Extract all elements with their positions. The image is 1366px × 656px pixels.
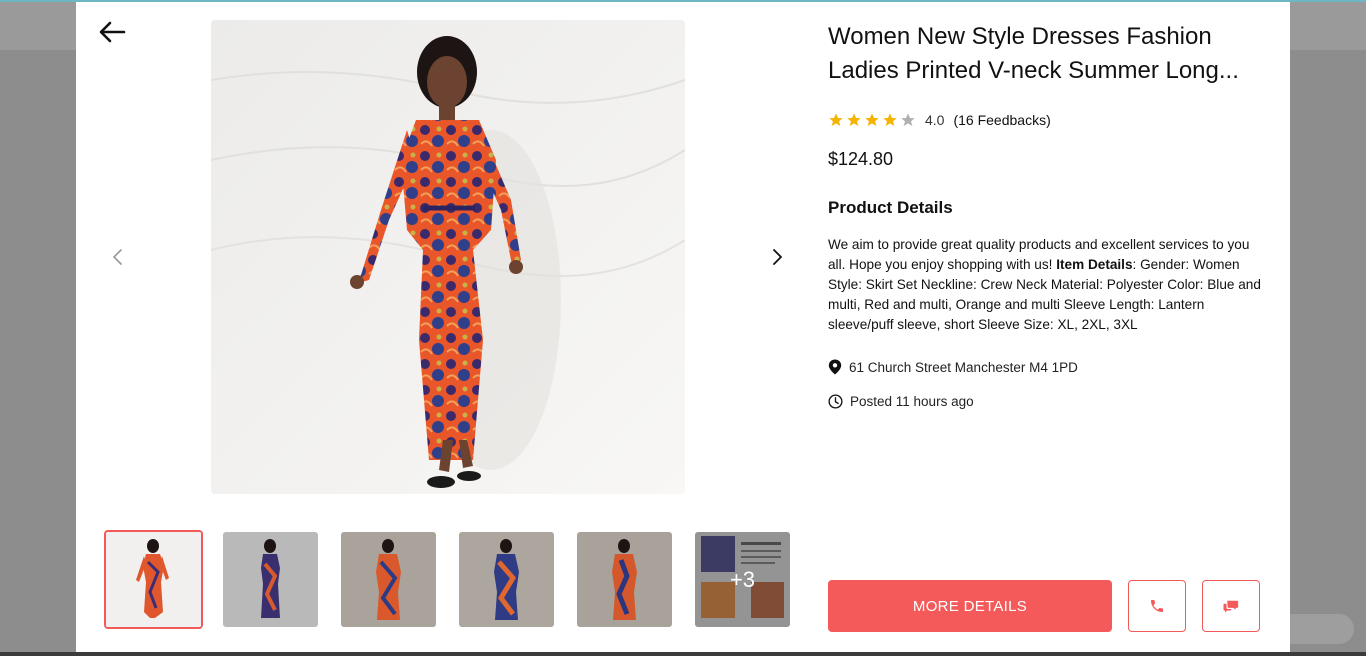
next-image-button[interactable] bbox=[765, 245, 789, 269]
star-icon bbox=[883, 113, 897, 126]
posted-text: Posted 11 hours ago bbox=[850, 394, 974, 409]
map-pin-icon bbox=[828, 359, 842, 375]
clock-icon bbox=[828, 394, 843, 409]
location-text: 61 Church Street Manchester M4 1PD bbox=[849, 359, 1078, 375]
previous-image-button[interactable] bbox=[106, 245, 130, 269]
star-icon bbox=[829, 113, 843, 126]
star-empty-icon bbox=[901, 113, 915, 126]
chevron-right-icon bbox=[773, 249, 782, 265]
dimmed-footer bbox=[0, 652, 1366, 656]
thumbnail-2[interactable] bbox=[223, 532, 318, 627]
product-title: Women New Style Dresses Fashion Ladies P… bbox=[828, 23, 1239, 84]
description-bold: Item Details bbox=[1056, 257, 1133, 272]
chevron-left-icon bbox=[113, 249, 122, 265]
rating-value: 4.0 bbox=[925, 112, 945, 128]
back-button[interactable] bbox=[96, 16, 128, 48]
product-description: We aim to provide great quality products… bbox=[828, 235, 1266, 335]
rating-row: 4.0 (16 Feedbacks) bbox=[828, 112, 1051, 128]
thumbnail-5[interactable] bbox=[577, 532, 672, 627]
main-product-image bbox=[211, 20, 685, 494]
location-row: 61 Church Street Manchester M4 1PD bbox=[828, 359, 1078, 375]
feedback-count[interactable]: (16 Feedbacks) bbox=[953, 112, 1050, 128]
details-heading: Product Details bbox=[828, 198, 953, 217]
chat-icon bbox=[1223, 600, 1239, 613]
arrow-left-icon bbox=[99, 21, 126, 43]
product-price: $124.80 bbox=[828, 149, 894, 169]
posted-row: Posted 11 hours ago bbox=[828, 394, 974, 409]
thumbnail-more[interactable]: +3 bbox=[695, 532, 790, 627]
thumbnail-1[interactable] bbox=[104, 530, 203, 629]
phone-icon bbox=[1151, 600, 1163, 612]
more-images-count: +3 bbox=[695, 532, 790, 627]
more-details-button[interactable]: MORE DETAILS bbox=[828, 580, 1112, 632]
call-button[interactable] bbox=[1128, 580, 1186, 632]
thumbnail-4[interactable] bbox=[459, 532, 554, 627]
star-icon bbox=[847, 113, 861, 126]
chat-button[interactable] bbox=[1202, 580, 1260, 632]
thumbnail-3[interactable] bbox=[341, 532, 436, 627]
star-icon bbox=[865, 113, 879, 126]
product-modal: +3 Women New Style Dresses Fashion Ladie… bbox=[76, 2, 1290, 652]
rating-stars bbox=[828, 112, 916, 128]
